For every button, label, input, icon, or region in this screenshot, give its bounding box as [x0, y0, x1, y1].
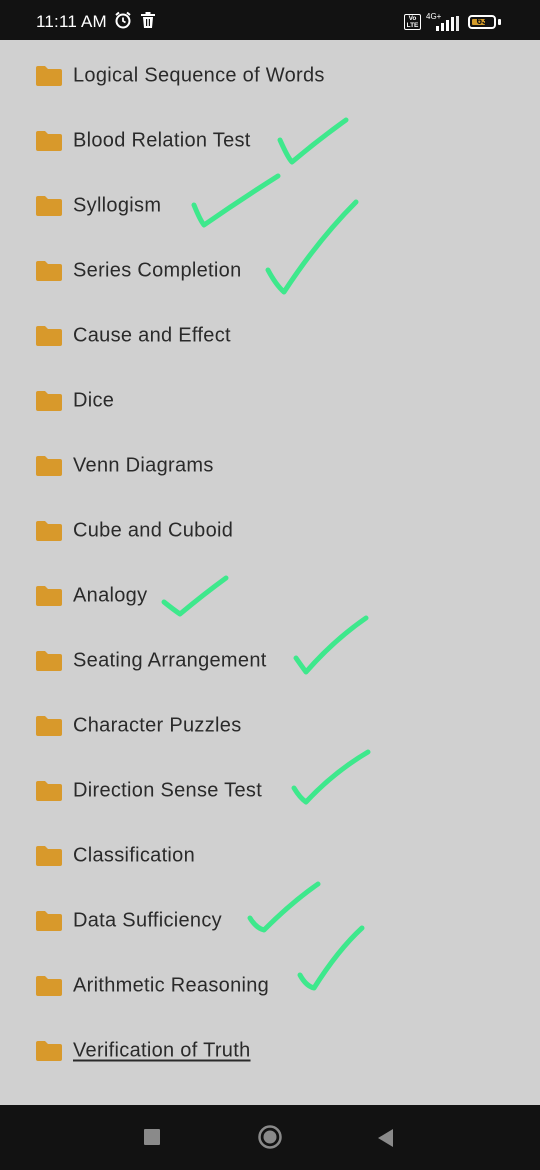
list-item-label: Verification of Truth [73, 1039, 251, 1062]
list-item[interactable]: Blood Relation Test [0, 109, 540, 174]
list-item-label: Cube and Cuboid [73, 519, 234, 542]
list-item[interactable]: Syllogism [0, 174, 540, 239]
list-item-label: Syllogism [73, 194, 162, 217]
alarm-icon [115, 11, 131, 29]
list-item-label: Seating Arrangement [73, 649, 267, 672]
folder-icon [36, 326, 62, 346]
list-item-label: Dice [73, 389, 115, 412]
list-item[interactable]: Series Completion [0, 239, 540, 304]
battery-nub [498, 19, 501, 25]
list-item[interactable]: Cube and Cuboid [0, 499, 540, 564]
list-item[interactable]: Cause and Effect [0, 304, 540, 369]
folder-icon [36, 261, 62, 281]
list-item-label: Cause and Effect [73, 324, 231, 347]
folder-icon [36, 781, 62, 801]
status-time: 11:11 AM [36, 12, 107, 31]
list-item[interactable]: Data Sufficiency [0, 889, 540, 954]
list-item[interactable]: Classification [0, 824, 540, 889]
folder-icon [36, 66, 62, 86]
list-item-label: Blood Relation Test [73, 129, 251, 152]
list-item[interactable]: Dice [0, 369, 540, 434]
battery-level: 63 [476, 16, 488, 27]
folder-icon [36, 716, 62, 736]
list-item[interactable]: Character Puzzles [0, 694, 540, 759]
folder-icon [36, 586, 62, 606]
list-item[interactable]: Logical Sequence of Words [0, 44, 540, 109]
folder-icon [36, 651, 62, 671]
list-item[interactable]: Direction Sense Test [0, 759, 540, 824]
folder-icon [36, 521, 62, 541]
folder-icon [36, 976, 62, 996]
folder-list: Logical Sequence of Words Blood Relation … [0, 40, 540, 1105]
list-item-label: Data Sufficiency [73, 909, 222, 932]
square-icon[interactable] [144, 1129, 160, 1145]
list-item-label: Direction Sense Test [73, 779, 263, 802]
list-item-label: Arithmetic Reasoning [73, 974, 270, 997]
triangle-back-icon[interactable] [378, 1129, 394, 1147]
status-bar: 11:11 AM Vo LTE 4G+ 63 [0, 0, 540, 40]
list-item[interactable]: Verification of Truth [0, 1019, 540, 1084]
list-item-label: Character Puzzles [73, 714, 242, 737]
folder-icon [36, 131, 62, 151]
list-item-label: Classification [73, 844, 196, 867]
volte-badge: Vo LTE [404, 14, 421, 30]
signal-icon [436, 16, 459, 31]
list-item[interactable]: Seating Arrangement [0, 629, 540, 694]
volte-text: Vo LTE [406, 15, 419, 29]
folder-icon [36, 911, 62, 931]
battery-icon: 63 [468, 15, 496, 29]
list-item-label: Logical Sequence of Words [73, 64, 325, 87]
folder-icon [36, 196, 62, 216]
list-item[interactable]: Arithmetic Reasoning [0, 954, 540, 1019]
folder-icon [36, 1041, 62, 1061]
folder-icon [36, 391, 62, 411]
list-item-label: Venn Diagrams [73, 454, 214, 477]
list-item-label: Series Completion [73, 259, 242, 282]
list-item[interactable]: Analogy [0, 564, 540, 629]
folder-icon [36, 456, 62, 476]
list-item-label: Analogy [73, 584, 148, 607]
navigation-bar [0, 1105, 540, 1170]
circle-icon[interactable] [258, 1125, 282, 1149]
trash-icon [141, 12, 155, 28]
list-item[interactable]: Venn Diagrams [0, 434, 540, 499]
folder-icon [36, 846, 62, 866]
